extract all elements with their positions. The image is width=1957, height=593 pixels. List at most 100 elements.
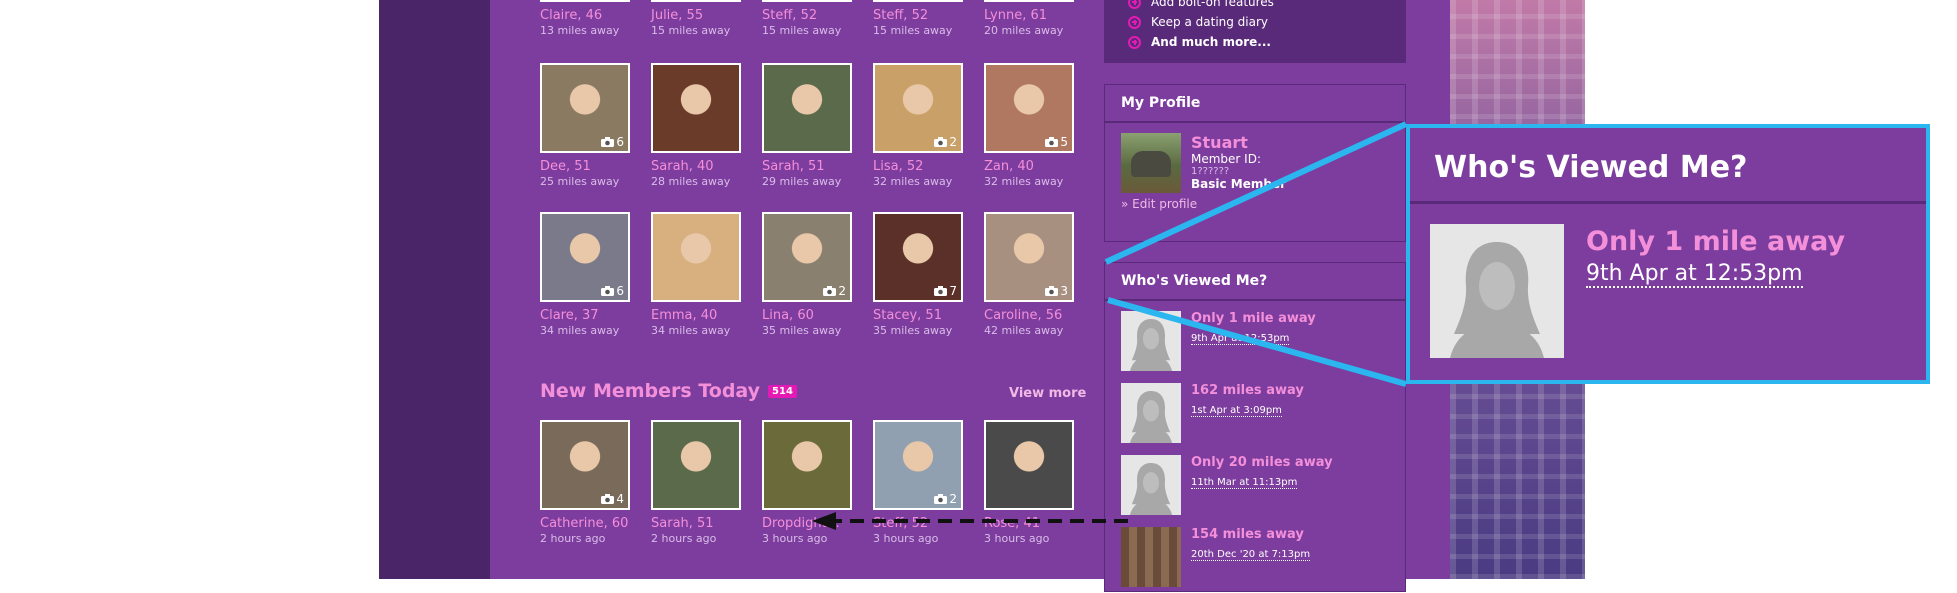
camera-icon [823,286,837,296]
member-name[interactable]: Steff, 52 [762,8,852,23]
plus-circle-icon [1128,0,1141,9]
member-photo[interactable] [651,420,741,510]
member-photo[interactable]: 2 [762,212,852,302]
member-name[interactable]: Clare, 37 [540,308,630,323]
member-photo[interactable] [762,420,852,510]
photo-count: 6 [601,135,624,149]
member-photo[interactable]: 2 [873,63,963,153]
viewer-item[interactable]: 154 miles away 20th Dec '20 at 7:13pm [1105,521,1405,593]
member-card[interactable]: 6 Clare, 37 34 miles away [540,212,630,337]
viewer-avatar[interactable] [1121,383,1181,443]
member-photo[interactable]: 7 [873,212,963,302]
member-photo[interactable]: 4 [540,420,630,510]
photo-count: 2 [823,284,846,298]
viewer-distance: Only 1 mile away [1191,311,1316,326]
member-name[interactable]: Lisa, 52 [873,159,963,174]
member-name[interactable]: Dee, 51 [540,159,630,174]
member-card[interactable]: Dropdight… 3 hours ago [762,420,852,545]
member-card[interactable]: Lynne, 61 20 miles away [984,0,1074,37]
viewer-item[interactable]: Only 1 mile away 9th Apr at 12:53pm [1105,305,1405,377]
member-distance: 2 hours ago [651,532,717,545]
member-photo[interactable]: 6 [540,212,630,302]
zoom-time[interactable]: 9th Apr at 12:53pm [1586,261,1803,288]
member-card[interactable]: 4 Catherine, 60 2 hours ago [540,420,630,545]
photo-count: 2 [934,492,957,506]
viewer-avatar[interactable] [1121,527,1181,587]
camera-icon [601,494,615,504]
edit-profile-link[interactable]: » Edit profile [1105,197,1405,211]
my-profile-heading: My Profile [1105,85,1405,123]
member-card[interactable]: Steff, 52 15 miles away [762,0,852,37]
member-card[interactable]: 6 Dee, 51 25 miles away [540,63,630,188]
camera-icon [934,494,948,504]
viewer-item[interactable]: 162 miles away 1st Apr at 3:09pm [1105,377,1405,449]
member-photo[interactable]: 5 [984,63,1074,153]
member-name[interactable]: Dropdight… [762,516,852,531]
member-name[interactable]: Steff, 52 [873,516,963,531]
member-name[interactable]: Lynne, 61 [984,8,1074,23]
viewer-time[interactable]: 20th Dec '20 at 7:13pm [1191,549,1311,561]
photo-count: 3 [1045,284,1068,298]
whos-viewed-me-panel: Who's Viewed Me? Only 1 mile away 9th Apr… [1104,262,1406,592]
camera-icon [1045,137,1059,147]
viewer-distance: 154 miles away [1191,527,1304,542]
left-gutter [379,0,490,579]
profile-name[interactable]: Stuart [1191,133,1286,152]
member-photo[interactable]: 2 [873,420,963,510]
member-name[interactable]: Lina, 60 [762,308,852,323]
new-members-title-text: New Members Today [540,380,761,402]
viewer-avatar[interactable] [1121,455,1181,515]
photo-count: 5 [1045,135,1068,149]
member-photo[interactable] [651,63,741,153]
member-name[interactable]: Catherine, 60 [540,516,630,531]
member-distance: 34 miles away [651,324,731,337]
member-photo[interactable] [651,212,741,302]
member-card[interactable]: 2 Lisa, 52 32 miles away [873,63,963,188]
upgrade-feature-item[interactable]: Keep a dating diary [1128,12,1274,32]
member-name[interactable]: Steff, 52 [873,8,963,23]
upgrade-feature-item[interactable]: And much more... [1128,32,1274,52]
member-name[interactable]: Emma, 40 [651,308,741,323]
member-card[interactable]: Sarah, 40 28 miles away [651,63,741,188]
zoom-distance: Only 1 mile away [1586,226,1846,257]
member-card[interactable]: Emma, 40 34 miles away [651,212,741,337]
camera-icon [601,137,615,147]
member-name[interactable]: Zan, 40 [984,159,1074,174]
member-name[interactable]: Caroline, 56 [984,308,1074,323]
member-name[interactable]: Stacey, 51 [873,308,963,323]
member-name[interactable]: Sarah, 51 [651,516,741,531]
viewer-time[interactable]: 11th Mar at 11:13pm [1191,477,1298,489]
viewer-time[interactable]: 9th Apr at 12:53pm [1191,333,1290,345]
member-card[interactable]: Rose, 41 3 hours ago [984,420,1074,545]
member-photo[interactable] [984,420,1074,510]
member-name[interactable]: Julie, 55 [651,8,741,23]
view-more-link[interactable]: View more [1009,386,1086,401]
viewer-avatar[interactable] [1121,311,1181,371]
member-distance: 15 miles away [651,24,731,37]
member-card[interactable]: Claire, 46 13 miles away [540,0,630,37]
profile-avatar[interactable] [1121,133,1181,193]
upgrade-feature-item[interactable]: Add bolt-on features [1128,0,1274,12]
viewer-item[interactable]: Only 20 miles away 11th Mar at 11:13pm [1105,449,1405,521]
viewer-time[interactable]: 1st Apr at 3:09pm [1191,405,1282,417]
member-card[interactable]: Steff, 52 15 miles away [873,0,963,37]
member-card[interactable]: 2 Steff, 52 3 hours ago [873,420,963,545]
photo-count: 7 [934,284,957,298]
member-distance: 29 miles away [762,175,842,188]
member-card[interactable]: Julie, 55 15 miles away [651,0,741,37]
member-name[interactable]: Claire, 46 [540,8,630,23]
silhouette-icon [1121,455,1181,515]
member-photo[interactable] [762,63,852,153]
member-photo[interactable]: 6 [540,63,630,153]
member-name[interactable]: Sarah, 51 [762,159,852,174]
member-card[interactable]: 5 Zan, 40 32 miles away [984,63,1074,188]
member-name[interactable]: Sarah, 40 [651,159,741,174]
photo-count: 2 [934,135,957,149]
member-card[interactable]: Sarah, 51 2 hours ago [651,420,741,545]
member-card[interactable]: Sarah, 51 29 miles away [762,63,852,188]
member-photo[interactable]: 3 [984,212,1074,302]
member-card[interactable]: 2 Lina, 60 35 miles away [762,212,852,337]
member-name[interactable]: Rose, 41 [984,516,1074,531]
member-card[interactable]: 3 Caroline, 56 42 miles away [984,212,1074,337]
member-card[interactable]: 7 Stacey, 51 35 miles away [873,212,963,337]
